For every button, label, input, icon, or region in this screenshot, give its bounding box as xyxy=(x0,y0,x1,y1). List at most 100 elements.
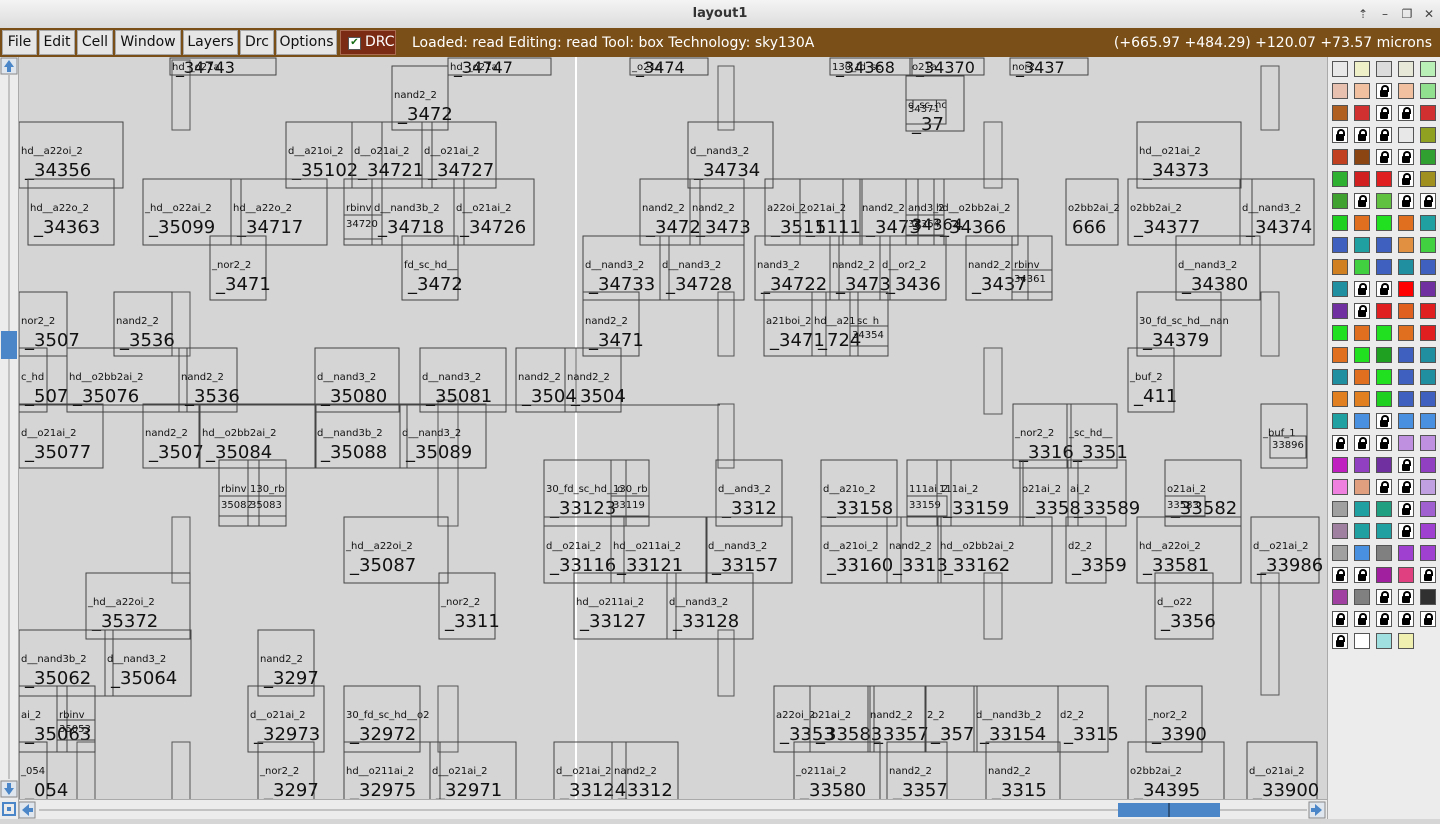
layer-swatch[interactable] xyxy=(1398,325,1414,341)
layer-swatch[interactable] xyxy=(1354,391,1370,407)
layer-swatch[interactable] xyxy=(1376,567,1392,583)
layout-cell[interactable]: _054 _054 xyxy=(19,741,68,799)
layer-swatch[interactable] xyxy=(1332,259,1348,275)
layer-lock-icon[interactable] xyxy=(1398,611,1414,627)
layout-cell[interactable]: 33896 xyxy=(1269,435,1307,459)
layer-lock-icon[interactable] xyxy=(1332,127,1348,143)
layer-swatch[interactable] xyxy=(1398,413,1414,429)
layer-swatch[interactable] xyxy=(1332,391,1348,407)
layer-lock-icon[interactable] xyxy=(1398,171,1414,187)
layer-swatch[interactable] xyxy=(1420,479,1436,495)
layer-swatch[interactable] xyxy=(1332,545,1348,561)
layer-lock-icon[interactable] xyxy=(1354,127,1370,143)
layout-cell[interactable]: d__o21ai_2 _34727 xyxy=(421,121,497,189)
layer-swatch[interactable] xyxy=(1332,237,1348,253)
menu-layers[interactable]: Layers xyxy=(183,30,238,55)
layer-swatch[interactable] xyxy=(1332,501,1348,517)
layer-swatch[interactable] xyxy=(1354,105,1370,121)
layout-cell[interactable]: hd__o21ai_2 _34373 xyxy=(1136,121,1242,189)
layout-cell[interactable]: nand2_2 _3504 xyxy=(564,347,626,413)
layout-cell[interactable]: fd_sc_hd__ _3472 xyxy=(401,235,463,301)
layer-lock-icon[interactable] xyxy=(1332,567,1348,583)
layout-cell[interactable]: d2_2 _3359 xyxy=(1065,516,1127,584)
layout-cell[interactable]: d__and3_2 _3312 xyxy=(715,459,783,527)
layer-swatch[interactable] xyxy=(1420,457,1436,473)
layer-lock-icon[interactable] xyxy=(1420,193,1436,209)
layer-swatch[interactable] xyxy=(1332,303,1348,319)
layer-swatch[interactable] xyxy=(1354,457,1370,473)
layer-swatch[interactable] xyxy=(1376,457,1392,473)
layout-cell[interactable]: _o211ai_2 _33580 xyxy=(793,741,881,799)
layout-cell[interactable]: 33119 xyxy=(610,495,650,517)
layout-cell[interactable]: nand2_2_3536 xyxy=(178,347,240,413)
layout-cell[interactable]: nand2_2 _3315 xyxy=(985,741,1061,799)
layer-swatch[interactable] xyxy=(1420,435,1436,451)
layout-cell[interactable]: 34720 xyxy=(343,214,383,240)
menu-cell[interactable]: Cell xyxy=(77,30,113,55)
layer-lock-icon[interactable] xyxy=(1376,589,1392,605)
layer-lock-icon[interactable] xyxy=(1376,83,1392,99)
layer-lock-icon[interactable] xyxy=(1398,589,1414,605)
layout-cell[interactable]: o2bb2ai_2 _34377 xyxy=(1127,178,1253,246)
layout-cell[interactable]: o2bb2ai_2 666 xyxy=(1065,178,1120,246)
layout-cell[interactable]: hd__o2bb2ai_2_35076 xyxy=(66,347,188,413)
layer-swatch[interactable] xyxy=(1376,259,1392,275)
layer-lock-icon[interactable] xyxy=(1354,193,1370,209)
layer-swatch[interactable] xyxy=(1354,633,1370,649)
layer-swatch[interactable] xyxy=(1354,83,1370,99)
layer-swatch[interactable] xyxy=(1354,259,1370,275)
layer-swatch[interactable] xyxy=(1376,193,1392,209)
layer-swatch[interactable] xyxy=(1354,501,1370,517)
layout-cell[interactable]: hd__o2bb2ai_2 _33162 xyxy=(937,516,1053,584)
layer-swatch[interactable] xyxy=(1332,457,1348,473)
layout-cell[interactable]: hd__o21a_34743 xyxy=(169,57,277,78)
layer-swatch[interactable] xyxy=(1376,523,1392,539)
layer-swatch[interactable] xyxy=(1332,61,1348,77)
layer-swatch[interactable] xyxy=(1332,347,1348,363)
layout-cell[interactable]: _sc_hd___3351 xyxy=(1066,403,1128,469)
layer-swatch[interactable] xyxy=(1420,83,1436,99)
layer-lock-icon[interactable] xyxy=(1354,435,1370,451)
layout-cell[interactable]: c_hd_507 xyxy=(19,347,68,413)
layout-cell[interactable]: _o21a_3474 xyxy=(629,57,709,78)
layer-swatch[interactable] xyxy=(1398,567,1414,583)
layer-swatch[interactable] xyxy=(1398,633,1414,649)
layer-swatch[interactable] xyxy=(1398,61,1414,77)
layout-cell[interactable]: nand2_2 _3357 xyxy=(886,741,948,799)
layout-cell[interactable]: d__nand3_2 _35089 xyxy=(399,403,487,469)
layer-swatch[interactable] xyxy=(1354,215,1370,231)
menu-edit[interactable]: Edit xyxy=(39,30,75,55)
layout-cell[interactable]: nor2_3437 xyxy=(1009,57,1089,78)
layer-swatch[interactable] xyxy=(1332,171,1348,187)
menu-options[interactable]: Options xyxy=(276,30,337,55)
layout-cell[interactable]: nand2_2_3536 xyxy=(113,291,175,357)
layer-swatch[interactable] xyxy=(1398,347,1414,363)
layer-swatch[interactable] xyxy=(1376,61,1392,77)
layer-lock-icon[interactable] xyxy=(1376,127,1392,143)
layer-swatch[interactable] xyxy=(1354,369,1370,385)
layer-lock-icon[interactable] xyxy=(1398,523,1414,539)
layout-cell[interactable]: 33159 xyxy=(906,495,948,517)
layout-cell[interactable]: d__nand3_2_34733 xyxy=(582,235,670,301)
layout-cell[interactable]: d__o21ai_2 _33900 xyxy=(1246,741,1319,799)
layer-swatch[interactable] xyxy=(1332,325,1348,341)
layer-swatch[interactable] xyxy=(1332,369,1348,385)
layer-lock-icon[interactable] xyxy=(1420,567,1436,583)
layout-cell[interactable]: _hd__o22ai_2 _35099 xyxy=(142,178,242,246)
layer-swatch[interactable] xyxy=(1420,171,1436,187)
layer-swatch[interactable] xyxy=(1376,215,1392,231)
layout-cell[interactable]: 111ai_2 _33159 xyxy=(936,459,1024,527)
layer-swatch[interactable] xyxy=(1354,589,1370,605)
layer-swatch[interactable] xyxy=(1332,479,1348,495)
layout-cell[interactable]: d__a21o_2 _33158 xyxy=(820,459,898,527)
layer-lock-icon[interactable] xyxy=(1398,479,1414,495)
layout-cell[interactable]: hd__a22oi_2 _34356 xyxy=(19,121,124,189)
layer-swatch[interactable] xyxy=(1354,237,1370,253)
layer-lock-icon[interactable] xyxy=(1376,413,1392,429)
layer-lock-icon[interactable] xyxy=(1376,435,1392,451)
layer-swatch[interactable] xyxy=(1354,61,1370,77)
layout-cell[interactable]: 30_fd_sc_hd__nan_34379 xyxy=(1136,291,1229,357)
layout-cell[interactable]: nand2_2 _3473 xyxy=(689,178,751,246)
layout-cell[interactable]: nand2_2 _3313 xyxy=(886,516,948,584)
layout-cell[interactable]: d__nand3_2 _34374 xyxy=(1239,178,1315,246)
